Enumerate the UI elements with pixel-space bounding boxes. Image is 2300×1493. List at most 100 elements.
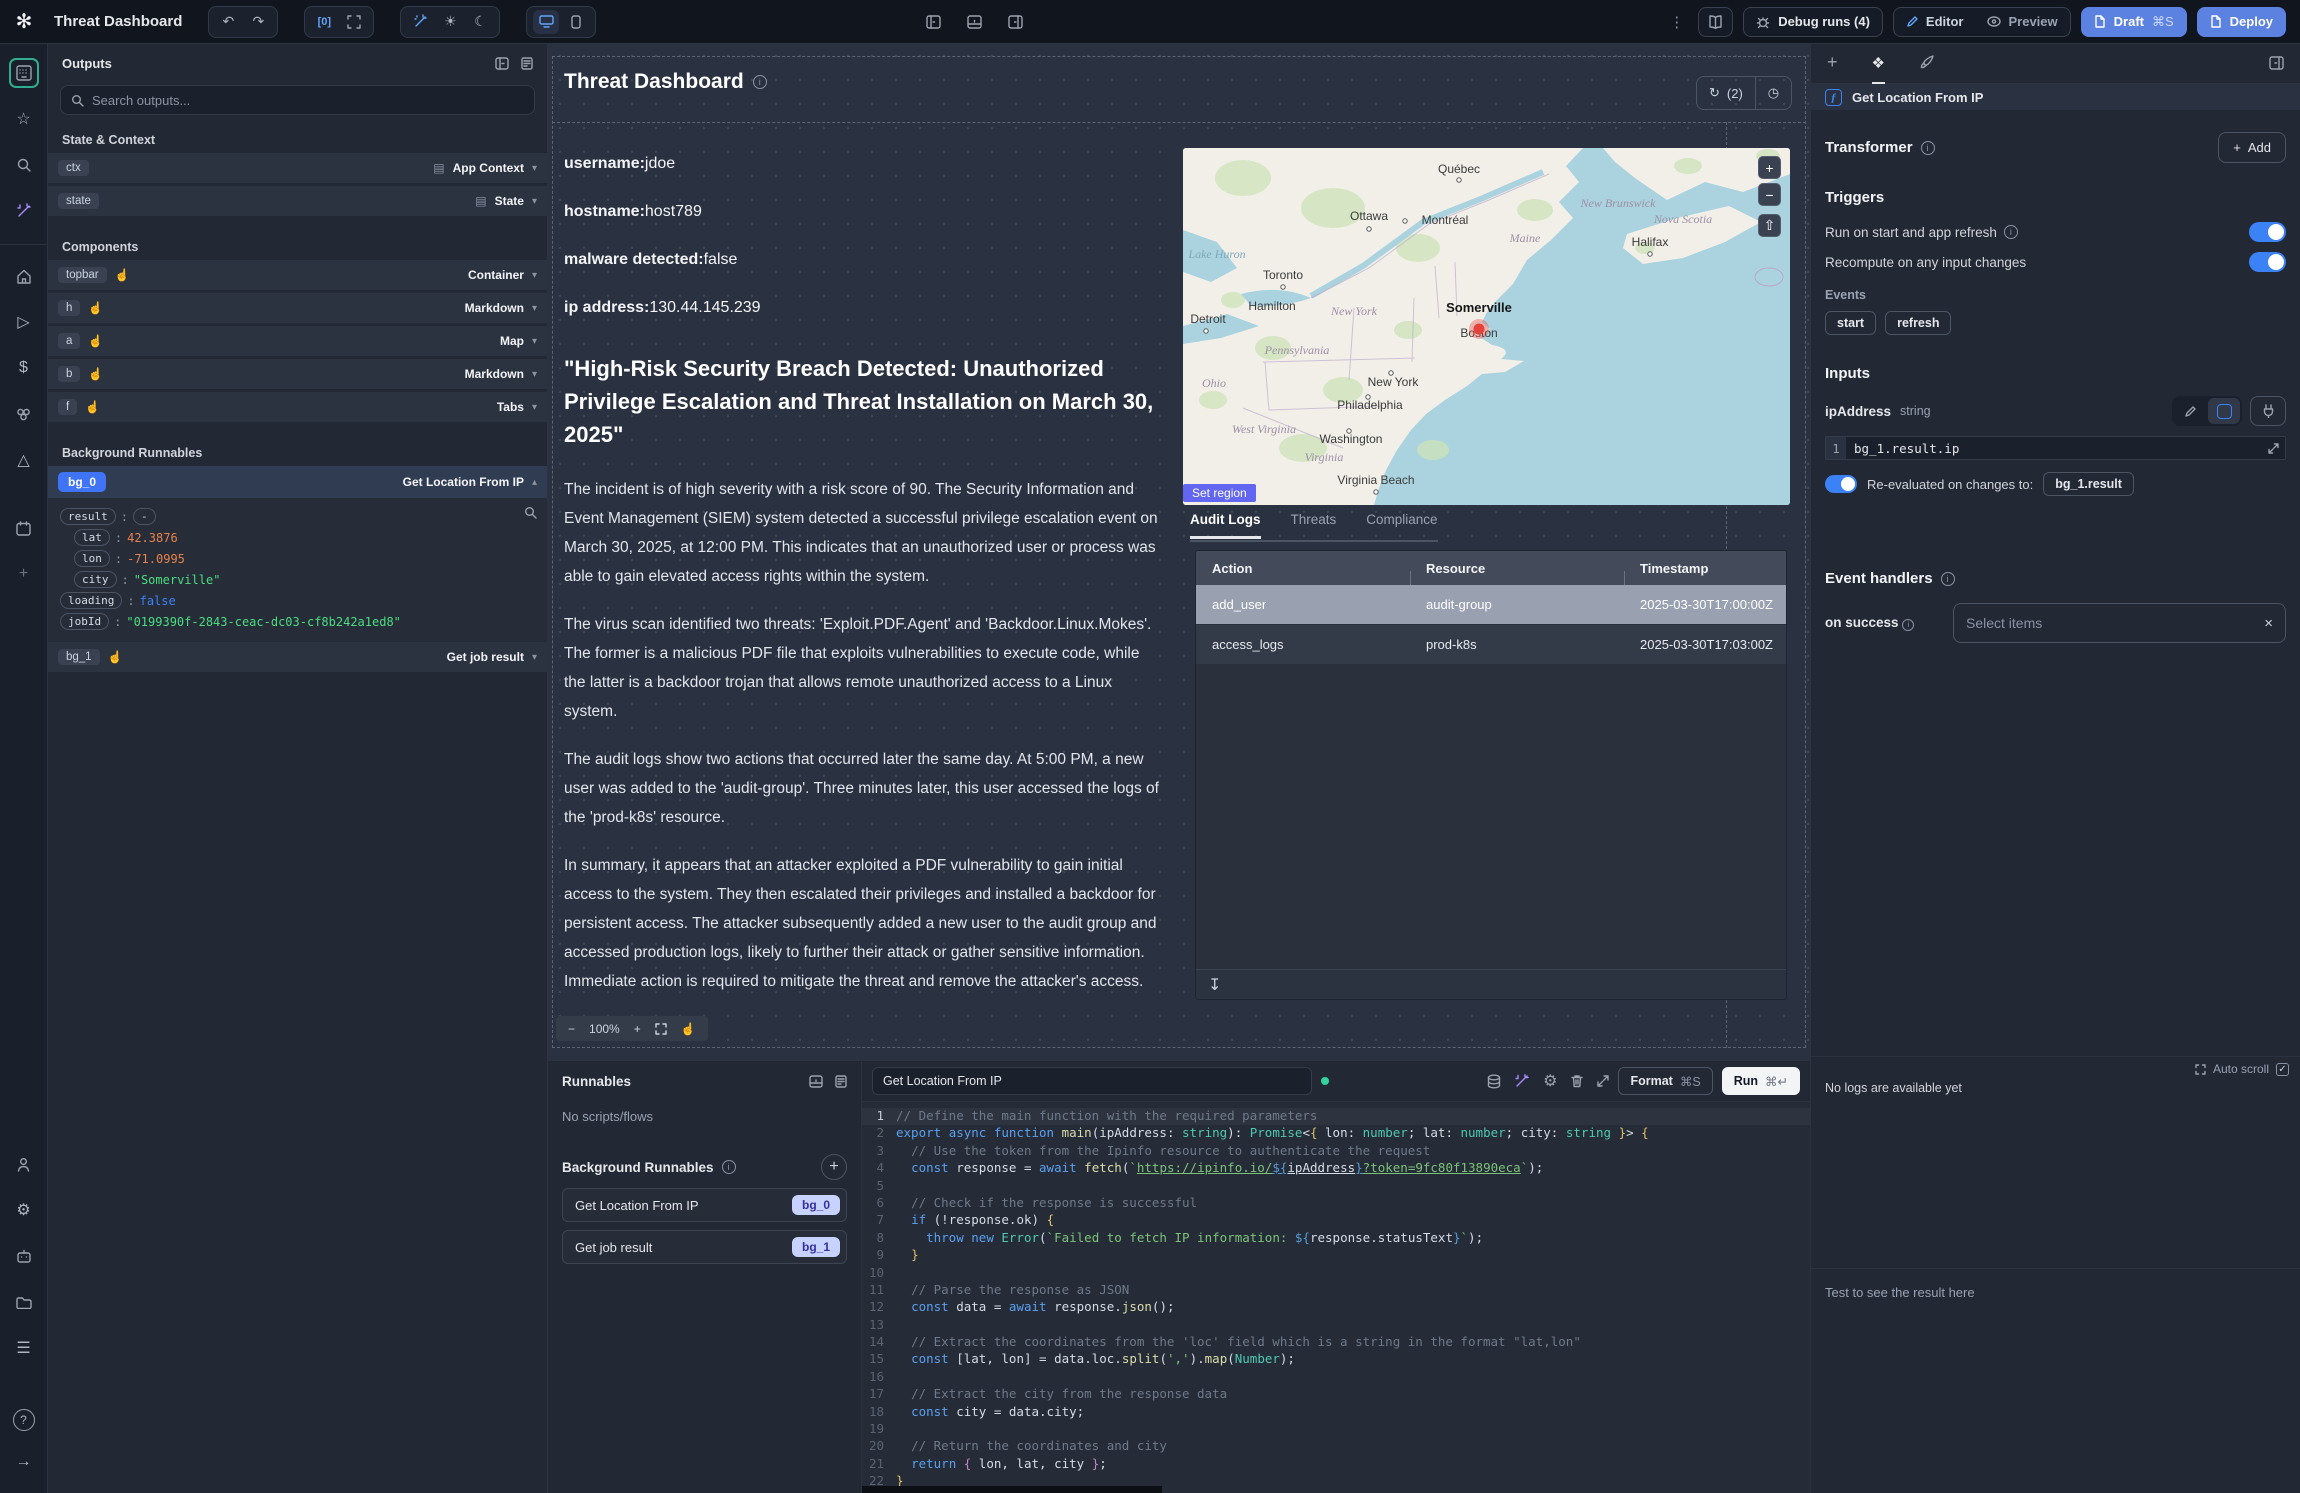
schedules-icon[interactable]: △ — [9, 445, 39, 475]
fit-view-icon[interactable] — [341, 10, 367, 34]
settings-gear-icon[interactable]: ⚙ — [9, 1195, 39, 1225]
map-zoom-out-button[interactable]: − — [1758, 183, 1781, 206]
chevron-down-icon[interactable]: ▾ — [532, 652, 537, 663]
bg0-output-row[interactable]: bg_0 Get Location From IP ▴ — [48, 466, 547, 498]
table-row[interactable]: access_logsprod-k8s2025-03-30T17:03:00Z — [1196, 625, 1786, 665]
dark-mode-icon[interactable]: ☾ — [467, 10, 493, 34]
code-line[interactable]: 6 // Check if the response is successful — [862, 1195, 1810, 1212]
editor-settings-icon[interactable]: ⚙ — [1543, 1071, 1557, 1091]
output-row[interactable]: a☝Map▾ — [48, 326, 547, 356]
keyboard-shortcuts-icon[interactable]: [0] — [311, 10, 337, 34]
output-row[interactable]: ctx▤App Context▾ — [48, 153, 547, 183]
search-icon[interactable] — [9, 150, 39, 180]
eval-input-mode-icon[interactable] — [2208, 398, 2240, 424]
draft-button[interactable]: Draft⌘S — [2081, 7, 2187, 37]
code-line[interactable]: 5 — [862, 1178, 1810, 1195]
code-line[interactable]: 18 const city = data.city; — [862, 1404, 1810, 1421]
table-row[interactable]: add_useraudit-group2025-03-30T17:00:00Z — [1196, 585, 1786, 625]
code-line[interactable]: 4 const response = await fetch(`https://… — [862, 1160, 1810, 1177]
code-line[interactable]: 19 — [862, 1421, 1810, 1438]
code-line[interactable]: 12 const data = await response.json(); — [862, 1299, 1810, 1316]
insert-tab[interactable]: + — [1827, 44, 1838, 84]
toggle-bottom-panel-icon[interactable] — [967, 15, 982, 29]
resources-icon[interactable] — [9, 399, 39, 429]
column-header[interactable]: Resource — [1410, 561, 1624, 576]
ipaddress-expression-input[interactable]: 1 bg_1.result.ip — [1825, 436, 2286, 460]
deploy-button[interactable]: Deploy — [2197, 7, 2286, 37]
map-component[interactable]: QuébecOttawaMontréalNew BrunswickNova Sc… — [1183, 148, 1790, 505]
user-icon[interactable] — [9, 1149, 39, 1179]
add-workspace-icon[interactable]: + — [9, 559, 39, 589]
component-settings-tab[interactable]: ❖ — [1872, 44, 1885, 84]
map-reset-view-button[interactable]: ⇧ — [1758, 214, 1781, 237]
favorites-icon[interactable]: ☆ — [9, 104, 39, 134]
runnable-item[interactable]: Get Location From IPbg_0 — [562, 1188, 847, 1222]
ai-gen-icon[interactable] — [1515, 1074, 1529, 1088]
run-on-start-toggle[interactable] — [2249, 222, 2286, 242]
output-row[interactable]: f☝Tabs▾ — [48, 392, 547, 422]
collapse-rail-icon[interactable]: → — [9, 1447, 39, 1477]
ai-wand-icon[interactable] — [9, 196, 39, 226]
light-mode-icon[interactable]: ☀ — [437, 10, 463, 34]
collapse-toggle[interactable]: - — [133, 508, 156, 525]
app-canvas[interactable]: Threat Dashboardi ↻(2) ◷ username: jdoeh… — [548, 44, 1810, 1060]
docs-panel-icon[interactable] — [521, 57, 533, 70]
code-line[interactable]: 17 // Extract the city from the response… — [862, 1386, 1810, 1403]
code-line[interactable]: 11 // Parse the response as JSON — [862, 1282, 1810, 1299]
auto-scroll-checkbox[interactable]: ✓ — [2276, 1063, 2289, 1076]
code-line[interactable]: 15 const [lat, lon] = data.loc.split(','… — [862, 1351, 1810, 1368]
event-chip-start[interactable]: start — [1825, 311, 1876, 335]
home-icon[interactable] — [9, 261, 39, 291]
runnable-name-input[interactable]: Get Location From IP — [872, 1067, 1312, 1095]
code-line[interactable]: 1// Define the main function with the re… — [862, 1108, 1810, 1125]
code-line[interactable]: 8 throw new Error(`Failed to fetch IP in… — [862, 1230, 1810, 1247]
code-line[interactable]: 13 — [862, 1317, 1810, 1334]
ai-assistant-icon[interactable] — [9, 1241, 39, 1271]
run-button[interactable]: Run⌘↵ — [1722, 1067, 1800, 1095]
code-line[interactable]: 21 return { lon, lat, city }; — [862, 1456, 1810, 1473]
magic-wand-icon[interactable] — [407, 10, 433, 34]
refresh-all-button[interactable]: ↻(2) — [1697, 77, 1756, 109]
clear-select-icon[interactable]: × — [2264, 615, 2273, 632]
mobile-view-icon[interactable] — [563, 10, 589, 34]
editor-tab[interactable]: Editor — [1894, 8, 1976, 36]
column-header[interactable]: Action — [1196, 561, 1410, 576]
code-line[interactable]: 7 if (!response.ok) { — [862, 1212, 1810, 1229]
connect-input-icon[interactable] — [2250, 396, 2286, 426]
tab-threats[interactable]: Threats — [1291, 512, 1337, 539]
output-row[interactable]: b☝Markdown▾ — [48, 359, 547, 389]
format-button[interactable]: Format⌘S — [1618, 1067, 1712, 1095]
code-line[interactable]: 2export async function main(ipAddress: s… — [862, 1125, 1810, 1142]
desktop-view-icon[interactable] — [533, 10, 559, 34]
docs-icon[interactable] — [835, 1075, 847, 1088]
workers-list-icon[interactable]: ☰ — [9, 1333, 39, 1363]
app-editor-icon[interactable] — [9, 58, 39, 88]
cache-icon[interactable] — [1487, 1074, 1501, 1089]
refresh-history-icon[interactable]: ◷ — [1756, 77, 1791, 109]
tab-audit-logs[interactable]: Audit Logs — [1190, 512, 1261, 539]
tab-compliance[interactable]: Compliance — [1366, 512, 1437, 539]
set-region-button[interactable]: Set region — [1183, 484, 1256, 502]
debug-runs-button[interactable]: Debug runs (4) — [1743, 7, 1883, 37]
pan-hand-icon[interactable]: ☝ — [681, 1022, 696, 1036]
recompute-toggle[interactable] — [2249, 252, 2286, 272]
static-input-mode-icon[interactable] — [2174, 398, 2206, 424]
output-row[interactable]: h☝Markdown▾ — [48, 293, 547, 323]
delete-icon[interactable] — [1571, 1074, 1583, 1088]
output-row[interactable]: state▤State▾ — [48, 186, 547, 216]
collapse-right-panel-icon[interactable] — [2269, 44, 2284, 84]
output-row[interactable]: topbar☝Container▾ — [48, 260, 547, 290]
add-transformer-button[interactable]: +Add — [2218, 132, 2286, 163]
expand-editor-icon[interactable] — [1597, 1075, 1609, 1087]
toggle-right-panel-icon[interactable] — [1008, 15, 1023, 29]
calendar-icon[interactable] — [9, 513, 39, 543]
more-menu-icon[interactable]: ⋮ — [1669, 13, 1684, 31]
selected-runnable-bar[interactable]: ƒ Get Location From IP — [1811, 84, 2300, 110]
json-search-icon[interactable] — [524, 506, 537, 519]
collapse-bottom-icon[interactable] — [809, 1075, 823, 1088]
runs-icon[interactable]: ▷ — [9, 307, 39, 337]
reeval-target-chip[interactable]: bg_1.result — [2043, 472, 2134, 496]
undo-button[interactable]: ↶ — [215, 10, 241, 34]
zoom-out-button[interactable]: − — [568, 1022, 575, 1036]
toggle-left-panel-icon[interactable] — [926, 15, 941, 29]
